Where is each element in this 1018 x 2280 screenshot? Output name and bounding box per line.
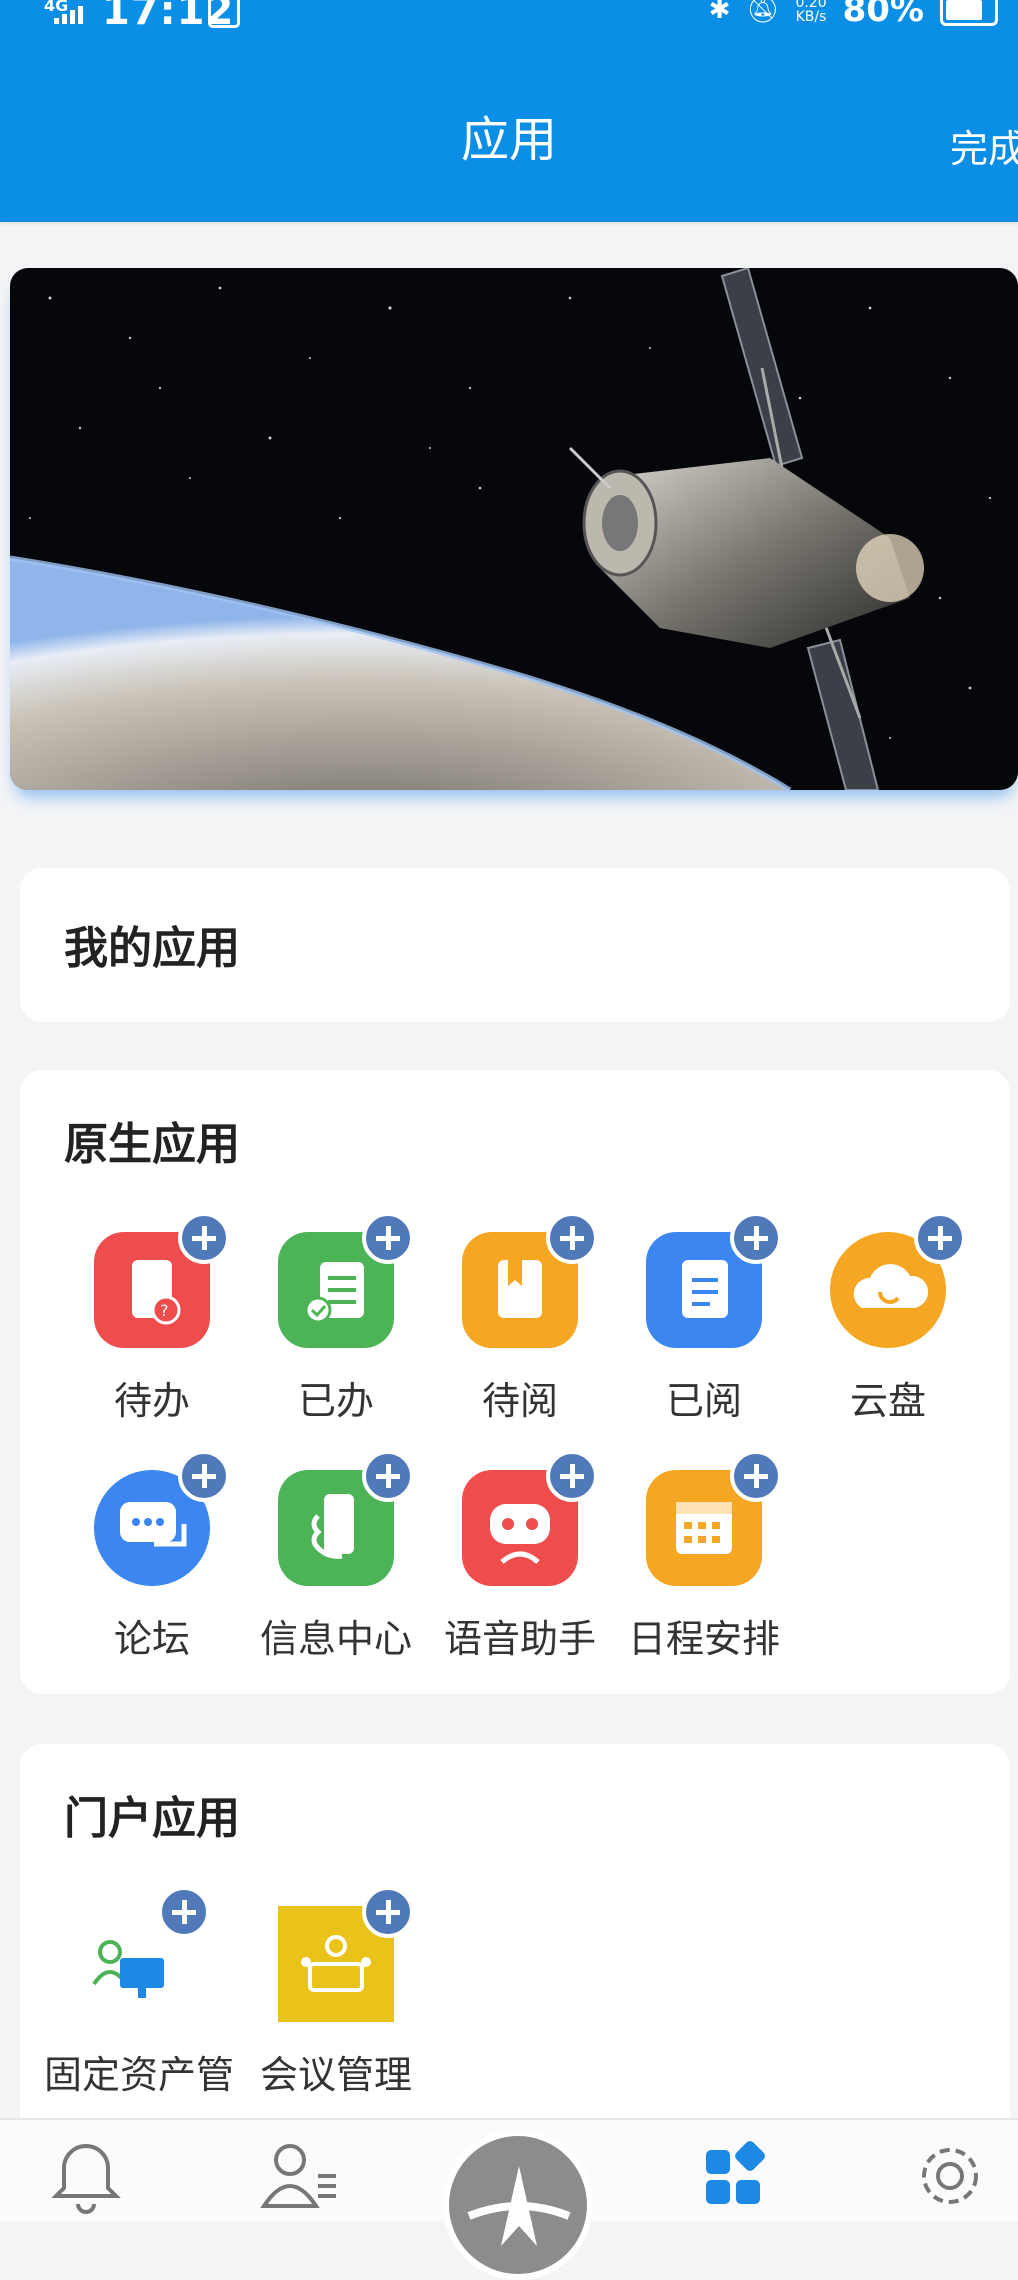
app-label: 信息中心 xyxy=(259,1617,412,1661)
satellite-over-earth-image xyxy=(10,268,1018,790)
my-apps-card: 我的应用 xyxy=(20,868,1010,1022)
notification-icon xyxy=(208,0,240,28)
app-info-center[interactable]: 信息中心 xyxy=(244,1450,428,1662)
app-voice-assistant[interactable]: 语音助手 xyxy=(428,1450,612,1662)
book-icon xyxy=(462,1212,598,1348)
nav-settings[interactable] xyxy=(890,2120,1010,2221)
home-logo-icon xyxy=(467,2166,571,2246)
add-icon[interactable] xyxy=(362,1886,414,1938)
app-read[interactable]: 已阅 xyxy=(612,1212,796,1424)
nav-notifications[interactable] xyxy=(26,2120,146,2221)
add-icon[interactable] xyxy=(362,1450,414,1502)
cloud-icon xyxy=(830,1212,966,1348)
add-icon[interactable] xyxy=(178,1212,230,1264)
app-forum[interactable]: 论坛 xyxy=(60,1450,244,1662)
portal-apps-card: 门户应用 固定资产管理 会议管理 xyxy=(20,1744,1010,2164)
add-icon[interactable] xyxy=(730,1450,782,1502)
todo-doc-icon: ? xyxy=(94,1212,230,1348)
app-schedule[interactable]: 日程安排 xyxy=(612,1450,796,1662)
app-label: 会议管理 xyxy=(259,2053,412,2097)
add-icon[interactable] xyxy=(546,1212,598,1264)
phone-hand-icon xyxy=(278,1450,414,1586)
app-label: 日程安排 xyxy=(627,1617,780,1661)
contacts-icon xyxy=(260,2144,336,2208)
satellite-banner[interactable] xyxy=(10,268,1018,790)
mute-icon: 🔕︎ xyxy=(746,0,780,25)
native-apps-title: 原生应用 xyxy=(64,1119,240,1170)
portal-apps-title: 门户应用 xyxy=(64,1793,240,1844)
app-meeting[interactable]: 会议管理 xyxy=(244,1886,428,2098)
battery-icon xyxy=(940,0,998,26)
app-label: 待办 xyxy=(113,1379,190,1423)
my-apps-title: 我的应用 xyxy=(64,923,240,974)
app-label: 已办 xyxy=(297,1379,374,1423)
page-title: 应用 xyxy=(460,112,557,168)
robot-icon xyxy=(462,1450,598,1586)
apps-grid-icon xyxy=(706,2141,765,2204)
settings-gear-icon xyxy=(922,2148,978,2204)
chat-icon xyxy=(94,1450,230,1586)
battery-percent: 80% xyxy=(842,0,924,30)
add-icon[interactable] xyxy=(158,1886,210,1938)
app-todo[interactable]: ? 待办 xyxy=(60,1212,244,1424)
calendar-icon xyxy=(646,1450,782,1586)
add-icon[interactable] xyxy=(362,1212,414,1264)
status-bar: 4G 17:12 ✱ 🔕︎ 0.20 KB/s 80% xyxy=(0,0,1018,40)
meeting-icon xyxy=(278,1886,414,2022)
app-label: 云盘 xyxy=(849,1379,926,1423)
app-label: 已阅 xyxy=(665,1379,742,1423)
add-icon[interactable] xyxy=(546,1450,598,1502)
network-speed: 0.20 KB/s xyxy=(795,0,827,25)
document-icon xyxy=(646,1212,782,1348)
add-icon[interactable] xyxy=(730,1212,782,1264)
add-icon[interactable] xyxy=(178,1450,230,1502)
app-label: 论坛 xyxy=(113,1617,190,1661)
app-header: 4G 17:12 ✱ 🔕︎ 0.20 KB/s 80% 应用 完成 xyxy=(0,0,1018,222)
bottom-nav xyxy=(0,2118,1018,2280)
done-list-icon xyxy=(278,1212,414,1348)
nav-contacts[interactable] xyxy=(238,2120,358,2221)
bell-icon xyxy=(51,2144,121,2214)
app-done[interactable]: 已办 xyxy=(244,1212,428,1424)
asset-computer-icon xyxy=(74,1886,210,2022)
app-cloud-drive[interactable]: 云盘 xyxy=(796,1212,980,1424)
app-label: 固定资产管理 xyxy=(44,2053,234,2097)
nav-home[interactable] xyxy=(443,2130,593,2280)
native-apps-card: 原生应用 ? 待办 已办 待阅 已阅 云盘 论坛 信息中心 语音助手 日程安排 xyxy=(20,1070,1010,1694)
app-fixed-assets[interactable]: 固定资产管理 xyxy=(40,1886,234,2098)
svg-text:?: ? xyxy=(160,1301,169,1320)
done-button[interactable]: 完成 xyxy=(950,118,1018,173)
nav-apps[interactable] xyxy=(676,2120,796,2221)
signal-bars-icon xyxy=(54,6,83,24)
app-to-read[interactable]: 待阅 xyxy=(428,1212,612,1424)
add-icon[interactable] xyxy=(914,1212,966,1264)
app-label: 待阅 xyxy=(481,1379,558,1423)
app-label: 语音助手 xyxy=(443,1617,596,1661)
bluetooth-icon: ✱ xyxy=(708,0,731,25)
